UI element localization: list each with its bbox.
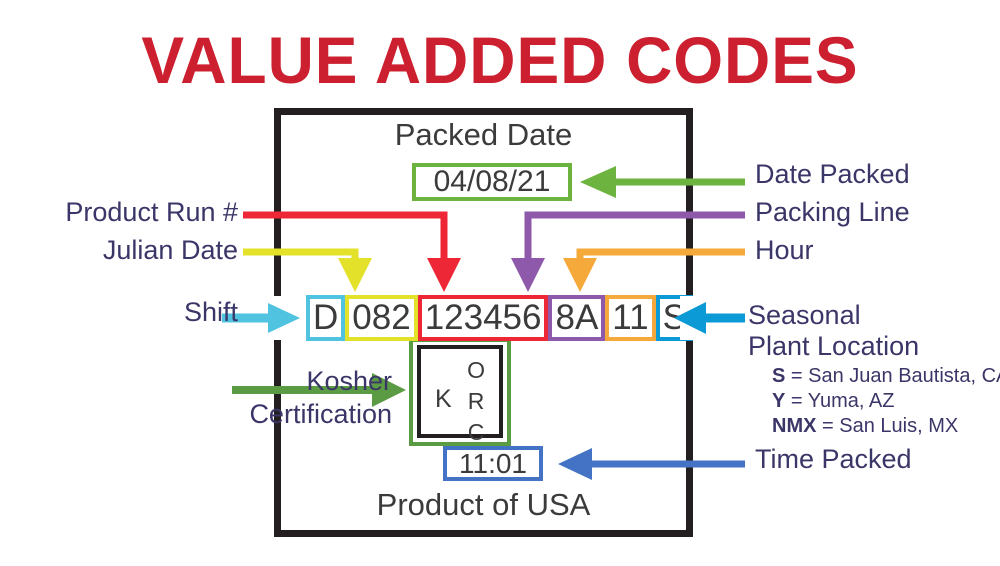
product-origin-text: Product of USA — [376, 487, 591, 522]
plant-code-letter: S — [772, 365, 786, 388]
plant-code-place: San Juan Bautista, CA — [808, 365, 1000, 388]
plant-code-list: S = San Juan Bautista, CA Y = Yuma, AZ N… — [748, 364, 1000, 439]
plant-code-sep: = — [816, 415, 840, 438]
code-segment-packing-line: 8A — [548, 295, 606, 341]
plant-code-sep: = — [785, 365, 809, 388]
code-segment-product-run: 123456 — [417, 295, 549, 341]
plant-code-letter: Y — [772, 390, 786, 413]
plant-code-item: S = San Juan Bautista, CA — [772, 364, 1000, 389]
kosher-inner-border: K O R C — [417, 345, 503, 445]
code-segment-julian-date: 082 — [345, 295, 418, 341]
product-code-string: D 082 123456 8A 11 S — [306, 295, 693, 341]
code-segment-shift: D — [306, 295, 346, 341]
label-hour: Hour — [755, 235, 814, 265]
code-segment-hour: 11 — [605, 295, 656, 341]
seasonal-line1: Seasonal — [748, 300, 861, 330]
label-kosher-certification: Kosher Certification — [249, 365, 392, 431]
label-shift: Shift — [183, 297, 238, 327]
seasonal-line2: Plant Location — [748, 331, 920, 362]
label-product-run: Product Run # — [65, 197, 238, 227]
plant-code-letter: NMX — [772, 415, 817, 438]
label-date-packed: Date Packed — [755, 159, 910, 189]
plant-code-place: Yuma, AZ — [807, 390, 895, 413]
label-kosher-line2: Certification — [249, 398, 392, 429]
label-julian-date: Julian Date — [102, 235, 238, 265]
label-kosher-line1: Kosher — [306, 366, 392, 396]
plant-code-sep: = — [785, 390, 808, 413]
plant-code-item: Y = Yuma, AZ — [772, 389, 1000, 414]
kosher-letters-orc: O R C — [467, 355, 485, 448]
kosher-letter-o: O — [467, 357, 485, 383]
value-added-codes-diagram: VALUE ADDED CODES Packed Date 04/08/21 P… — [0, 0, 1000, 566]
plant-code-place: San Luis, MX — [839, 415, 959, 438]
kosher-letter-k: K — [435, 385, 452, 413]
label-packing-line: Packing Line — [755, 197, 910, 227]
kosher-letter-r: R — [467, 388, 485, 414]
packed-date-value-box: 04/08/21 — [412, 163, 572, 201]
page-title: VALUE ADDED CODES — [141, 23, 859, 97]
kosher-certification-symbol: K O R C — [409, 338, 511, 446]
code-segment-plant-location: S — [655, 295, 693, 341]
time-packed-value-box: 11:01 — [443, 446, 543, 481]
packed-date-label: Packed Date — [394, 117, 573, 152]
kosher-letter-c: C — [467, 419, 485, 445]
label-seasonal-plant-location: Seasonal Plant Location S = San Juan Bau… — [748, 300, 1000, 439]
label-time-packed: Time Packed — [755, 444, 912, 474]
plant-code-item: NMX = San Luis, MX — [772, 414, 1000, 439]
